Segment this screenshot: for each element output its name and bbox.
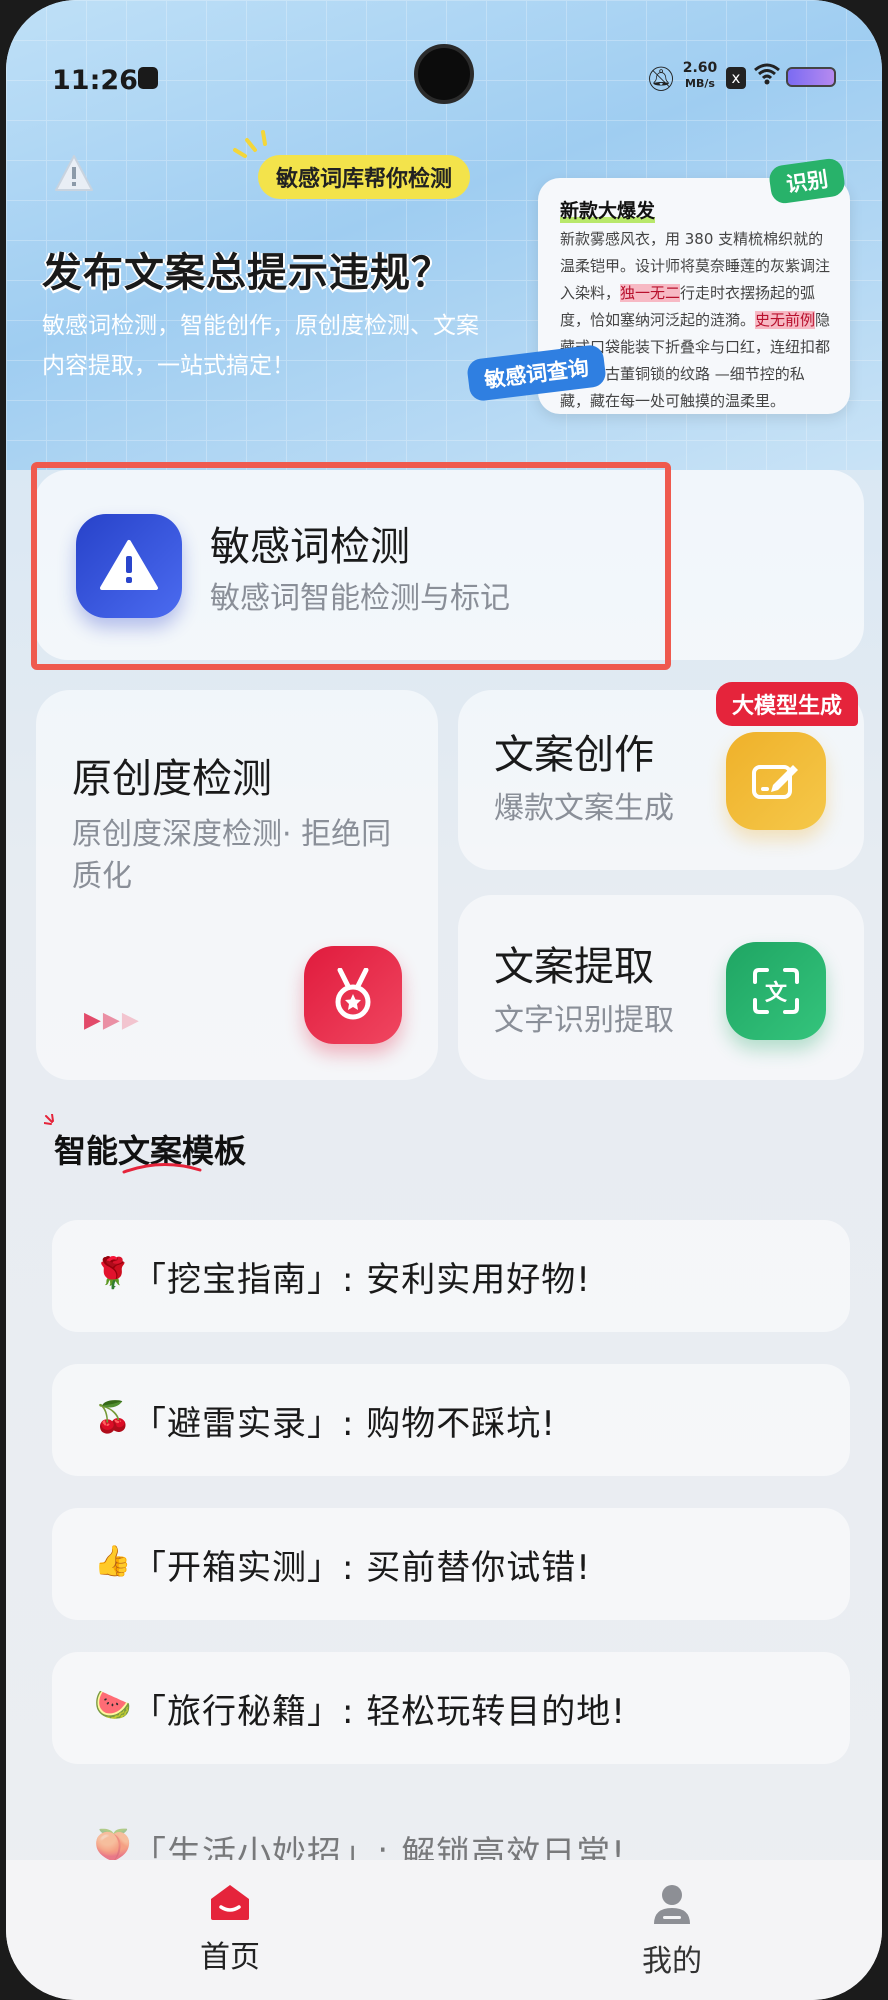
warning-icon	[55, 155, 93, 191]
template-item[interactable]: 🍉 「旅行秘籍」: 轻松玩转目的地!	[52, 1652, 850, 1764]
home-icon	[211, 1885, 249, 1920]
status-time: 11:26	[52, 65, 138, 96]
sample-title: 新款大爆发	[560, 196, 655, 223]
nav-mine-label: 我的	[642, 1944, 702, 1979]
mute-bell-icon: 🔕︎	[646, 65, 677, 93]
network-speed-value: 2.60	[682, 60, 718, 76]
template-item-label: 「旅行秘籍」: 轻松玩转目的地!	[132, 1692, 626, 1732]
template-item-label: 「避雷实录」: 购物不踩坑!	[132, 1404, 556, 1444]
user-icon	[654, 1885, 690, 1924]
template-item-label: 「生活小妙招」: 解锁高效日常!	[132, 1834, 626, 1862]
nav-mine[interactable]: 我的	[592, 1882, 752, 1980]
nav-home-label: 首页	[200, 1940, 260, 1975]
battery-icon	[786, 67, 836, 87]
rose-icon: 🌹	[94, 1256, 132, 1291]
network-speed: 2.60 MB/s	[678, 61, 722, 91]
peach-icon: 🍑	[94, 1828, 132, 1862]
arrows-icon: ▶▶▶	[84, 1008, 141, 1033]
template-item[interactable]: 🍒 「避雷实录」: 购物不踩坑!	[52, 1364, 850, 1476]
text-scan-icon: 文	[726, 942, 826, 1040]
hero-title: 发布文案总提示违规？	[42, 250, 452, 296]
selection-highlight-box	[31, 462, 671, 670]
watermelon-icon: 🍉	[94, 1688, 132, 1723]
extract-card-title: 文案提取	[494, 944, 654, 990]
nav-home[interactable]: 首页	[150, 1882, 310, 1976]
cherry-icon: 🍒	[94, 1400, 132, 1435]
notification-icon	[138, 67, 158, 89]
phone-screen: 11:26 🔕︎ 2.60 MB/s x 敏感词库帮你检测 发布文案总提示违规？…	[6, 0, 882, 2000]
sensitive-highlight: 独一无二	[620, 284, 681, 302]
sparkle-lines-icon	[233, 130, 267, 158]
template-item[interactable]: 🌹 「挖宝指南」: 安利实用好物!	[52, 1220, 850, 1332]
extract-card-subtitle: 文字识别提取	[494, 1003, 674, 1038]
originality-card-subtitle: 原创度深度检测· 拒绝同质化	[72, 817, 392, 894]
template-item-partial[interactable]: 🍑 「生活小妙招」: 解锁高效日常!	[52, 1822, 850, 1862]
thumbs-up-icon: 👍	[94, 1544, 132, 1579]
sensitive-highlight: 史无前例	[755, 311, 816, 329]
hero-description: 敏感词检测，智能创作，原创度检测、文案内容提取，一站式搞定！	[42, 313, 479, 379]
medal-icon	[304, 946, 402, 1044]
front-camera	[414, 44, 474, 104]
title-underline-decoration	[122, 1162, 202, 1174]
network-speed-unit: MB/s	[685, 77, 715, 90]
hero-bubble: 敏感词库帮你检测	[258, 155, 471, 199]
sample-text: 新款雾感风衣，用 380 支精梳棉织就的温柔铠甲。设计师将莫奈睡莲的灰紫调注入染…	[560, 226, 832, 415]
x-app-icon: x	[726, 67, 746, 89]
llm-badge: 大模型生成	[716, 682, 859, 726]
copywriting-card-subtitle: 爆款文案生成	[494, 791, 674, 826]
template-item[interactable]: 👍 「开箱实测」: 买前替你试错!	[52, 1508, 850, 1620]
wifi-icon	[754, 63, 780, 91]
edit-icon	[726, 732, 826, 830]
originality-card-title: 原创度检测	[72, 756, 272, 802]
bottom-navigation: 首页 我的	[6, 1860, 882, 2000]
template-item-label: 「挖宝指南」: 安利实用好物!	[132, 1260, 591, 1300]
svg-text:文: 文	[765, 980, 788, 1006]
template-item-label: 「开箱实测」: 买前替你试错!	[132, 1548, 591, 1588]
copywriting-card-title: 文案创作	[494, 732, 654, 778]
